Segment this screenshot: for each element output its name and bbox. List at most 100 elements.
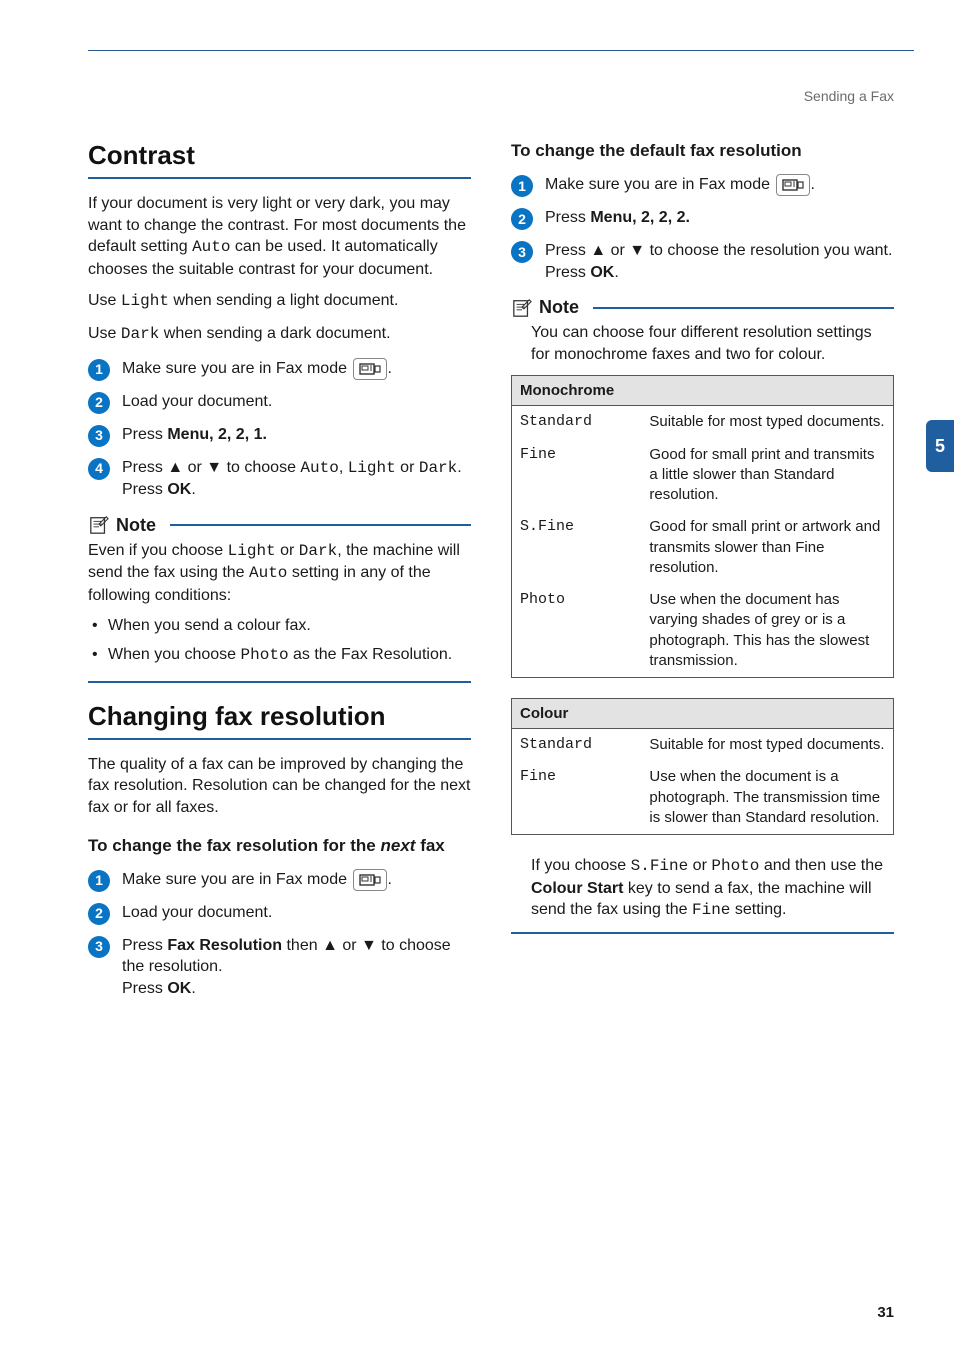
step-text: Load your document. [122, 902, 471, 924]
note-icon [511, 298, 533, 318]
text: . [387, 360, 391, 377]
note-rule [170, 524, 471, 526]
contrast-intro: If your document is very light or very d… [88, 193, 471, 280]
step-3: 3 Press Fax Resolution then ▲ or ▼ to ch… [88, 935, 471, 1000]
option-desc: Suitable for most typed documents. [641, 406, 893, 439]
option-desc: Good for small print or artwork and tran… [641, 511, 893, 584]
use-light: Use Light when sending a light document. [88, 290, 471, 313]
table-row: FineUse when the document is a photograp… [512, 761, 894, 834]
note-body: Even if you choose Light or Dark, the ma… [88, 540, 471, 607]
step-2: 2 Press Menu, 2, 2, 2. [511, 207, 894, 230]
step-text: Press Menu, 2, 2, 1. [122, 424, 471, 446]
note-icon [88, 515, 110, 535]
step-text: Press ▲ or ▼ to choose Auto, Light or Da… [122, 457, 471, 501]
text: when sending a dark document. [159, 325, 390, 342]
top-rule [88, 50, 914, 51]
bullet: When you send a colour fax. [108, 615, 471, 637]
table-row: PhotoUse when the document has varying s… [512, 584, 894, 678]
code-fine: Fine [692, 901, 730, 919]
step-badge: 3 [88, 936, 110, 958]
code-auto: Auto [300, 459, 338, 477]
fax-resolution-key: Fax Resolution [167, 937, 282, 954]
code-dark: Dark [419, 459, 457, 477]
option-key: Fine [512, 761, 642, 834]
step-badge: 4 [88, 458, 110, 480]
code-light: Light [348, 459, 396, 477]
table-row: StandardSuitable for most typed document… [512, 406, 894, 439]
step-badge: 2 [511, 208, 533, 230]
step-badge: 3 [511, 241, 533, 263]
fax-mode-icon [353, 869, 387, 891]
note-title: Note [116, 515, 156, 536]
step-text: Load your document. [122, 391, 471, 413]
option-key: Photo [512, 584, 642, 678]
text: Even if you choose [88, 542, 228, 559]
note-block: Note Even if you choose Light or Dark, t… [88, 515, 471, 683]
step-1: 1 Make sure you are in Fax mode . [88, 358, 471, 381]
heading-rule [88, 738, 471, 740]
subhead-next-fax: To change the fax resolution for the nex… [88, 835, 471, 857]
text: . [457, 459, 461, 476]
use-dark: Use Dark when sending a dark document. [88, 323, 471, 346]
note-foot-rule [88, 681, 471, 683]
monochrome-table: Monochrome StandardSuitable for most typ… [511, 375, 894, 678]
heading-changing-resolution: Changing fax resolution [88, 701, 471, 732]
text: Use [88, 292, 121, 309]
text: as the Fax Resolution. [289, 646, 453, 663]
text: Press [122, 481, 167, 498]
option-desc: Use when the document has varying shades… [641, 584, 893, 678]
breadcrumb: Sending a Fax [804, 88, 894, 104]
option-key: Standard [512, 729, 642, 762]
text: and then use the [759, 857, 883, 874]
note-bullets: When you send a colour fax. When you cho… [108, 615, 471, 667]
code-photo: Photo [241, 646, 289, 664]
text: Make sure you are in Fax mode [122, 871, 351, 888]
text: . [614, 264, 618, 281]
step-1: 1 Make sure you are in Fax mode . [88, 869, 471, 892]
step-1: 1 Make sure you are in Fax mode . [511, 174, 894, 197]
step-text: Make sure you are in Fax mode . [122, 358, 471, 380]
text: when sending a light document. [169, 292, 398, 309]
next-fax-steps: 1 Make sure you are in Fax mode . 2 Load… [88, 869, 471, 1000]
text: . [387, 871, 391, 888]
text: Press [545, 209, 590, 226]
subhead-default-resolution: To change the default fax resolution [511, 140, 894, 162]
menu-key: Menu [167, 426, 209, 443]
text: Use [88, 325, 121, 342]
option-desc: Good for small print and transmits a lit… [641, 439, 893, 512]
text: , [339, 459, 348, 476]
text: Press [122, 937, 167, 954]
bullet: When you choose Photo as the Fax Resolut… [108, 644, 471, 667]
changing-intro: The quality of a fax can be improved by … [88, 754, 471, 819]
note-block: Note You can choose four different resol… [511, 297, 894, 934]
text: , 2, 2, 1. [209, 426, 267, 443]
menu-key: Menu [590, 209, 632, 226]
default-steps: 1 Make sure you are in Fax mode . 2 Pres… [511, 174, 894, 283]
code-light: Light [228, 542, 276, 560]
text: fax [415, 836, 444, 855]
step-2: 2 Load your document. [88, 391, 471, 414]
page-number: 31 [877, 1304, 894, 1321]
code-photo: Photo [711, 857, 759, 875]
text: or [276, 542, 299, 559]
step-3: 3 Press Menu, 2, 2, 1. [88, 424, 471, 447]
heading-rule [88, 177, 471, 179]
text: Press ▲ or ▼ to choose [122, 459, 300, 476]
step-badge: 2 [88, 903, 110, 925]
table-row: S.FineGood for small print or artwork an… [512, 511, 894, 584]
text: . [191, 980, 195, 997]
code-dark: Dark [299, 542, 337, 560]
text: Press [122, 426, 167, 443]
option-desc: Use when the document is a photograph. T… [641, 761, 893, 834]
table-row: StandardSuitable for most typed document… [512, 729, 894, 762]
emph: next [381, 836, 416, 855]
text: or [688, 857, 711, 874]
note-rule [593, 307, 894, 309]
code-auto: Auto [192, 238, 230, 256]
step-badge: 1 [88, 870, 110, 892]
text: . [191, 481, 195, 498]
text: , 2, 2, 1. [209, 426, 267, 443]
code-light: Light [121, 292, 169, 310]
code-sfine: S.Fine [631, 857, 689, 875]
step-text: Press Menu, 2, 2, 2. [545, 207, 894, 229]
